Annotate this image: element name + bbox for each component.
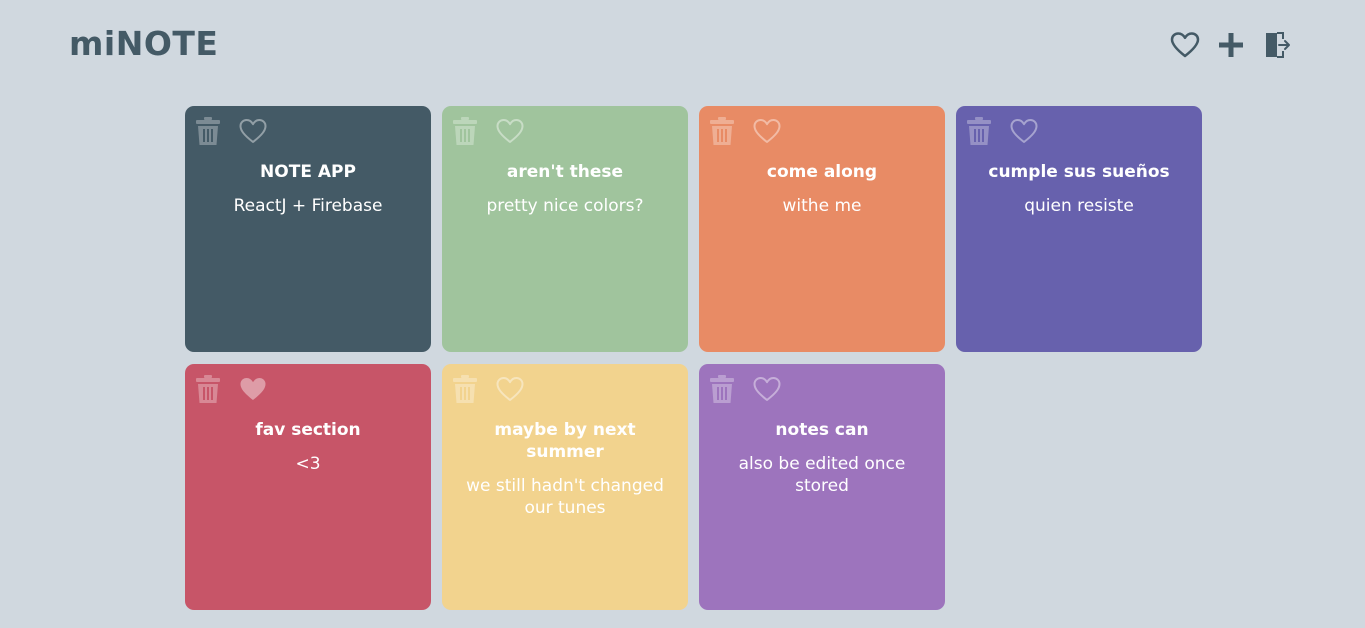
notes-grid: NOTE APP ReactJ + Firebase aren't these … (185, 106, 1205, 610)
note-card[interactable]: notes can also be edited once stored (699, 364, 945, 610)
trash-icon[interactable] (196, 117, 220, 145)
note-card[interactable]: NOTE APP ReactJ + Firebase (185, 106, 431, 352)
note-card[interactable]: cumple sus sueños quien resiste (956, 106, 1202, 352)
note-actions (196, 375, 267, 403)
note-actions (453, 375, 524, 403)
note-title: maybe by next summer (494, 420, 636, 462)
note-body: also be edited once stored (738, 454, 906, 496)
note-title: fav section (255, 420, 361, 440)
note-actions (453, 117, 524, 145)
favorites-button[interactable] (1170, 28, 1200, 62)
heart-icon[interactable] (239, 118, 267, 144)
trash-icon[interactable] (967, 117, 991, 145)
trash-icon[interactable] (453, 375, 477, 403)
note-body: ReactJ + Firebase (233, 196, 383, 216)
trash-icon[interactable] (453, 117, 477, 145)
heart-icon[interactable] (753, 118, 781, 144)
note-body: pretty nice colors? (486, 196, 644, 216)
heart-icon[interactable] (1010, 118, 1038, 144)
trash-icon[interactable] (710, 117, 734, 145)
note-title: come along (766, 162, 878, 182)
note-actions (710, 375, 781, 403)
note-card[interactable]: aren't these pretty nice colors? (442, 106, 688, 352)
note-title: aren't these (506, 162, 624, 182)
heart-icon[interactable] (496, 376, 524, 402)
note-actions (710, 117, 781, 145)
heart-filled-icon[interactable] (239, 376, 267, 402)
logout-button[interactable] (1262, 28, 1292, 62)
plus-icon (1218, 32, 1244, 58)
door-exit-icon (1263, 31, 1291, 59)
heart-icon[interactable] (496, 118, 524, 144)
note-title: cumple sus sueños (988, 162, 1170, 182)
heart-icon[interactable] (753, 376, 781, 402)
note-card[interactable]: maybe by next summer we still hadn't cha… (442, 364, 688, 610)
note-actions (196, 117, 267, 145)
note-actions (967, 117, 1038, 145)
add-note-button[interactable] (1216, 28, 1246, 62)
note-body: quien resiste (1024, 196, 1134, 216)
trash-icon[interactable] (710, 375, 734, 403)
trash-icon[interactable] (196, 375, 220, 403)
note-body: we still hadn't changed our tunes (466, 476, 664, 518)
note-body: withe me (782, 196, 862, 216)
note-card[interactable]: come along withe me (699, 106, 945, 352)
heart-outline-icon (1170, 31, 1200, 59)
note-card[interactable]: fav section <3 (185, 364, 431, 610)
header-actions (1170, 28, 1292, 62)
note-title: notes can (775, 420, 869, 440)
app-logo: miNOTE (69, 24, 219, 63)
note-title: NOTE APP (260, 162, 356, 182)
note-body: <3 (295, 454, 321, 474)
